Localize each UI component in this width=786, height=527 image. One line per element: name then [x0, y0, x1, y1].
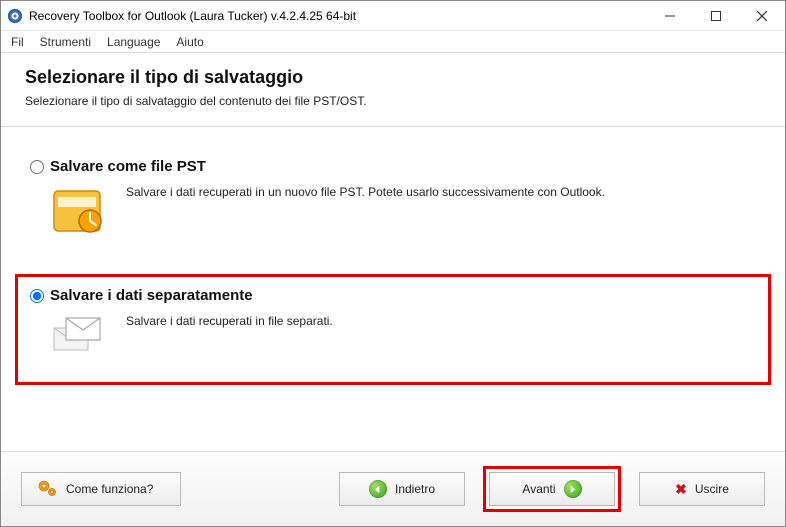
next-button[interactable]: Avanti: [489, 472, 615, 506]
option-pst-description: Salvare i dati recuperati in un nuovo fi…: [126, 183, 605, 199]
option-pst-label: Salvare come file PST: [50, 158, 206, 175]
how-it-works-button[interactable]: Come funziona?: [21, 472, 181, 506]
arrow-right-icon: [564, 480, 582, 498]
envelopes-icon: [48, 312, 112, 368]
menu-file[interactable]: Fil: [11, 35, 24, 49]
radio-save-separately[interactable]: [30, 289, 44, 303]
content-area: Selezionare il tipo di salvataggio Selez…: [1, 53, 785, 526]
back-label: Indietro: [395, 482, 435, 496]
arrow-left-icon: [369, 480, 387, 498]
menu-help[interactable]: Aiuto: [176, 35, 203, 49]
exit-button[interactable]: ✖ Uscire: [639, 472, 765, 506]
page-header: Selezionare il tipo di salvataggio Selez…: [1, 53, 785, 126]
close-x-icon: ✖: [675, 481, 687, 498]
window-controls: [647, 1, 785, 30]
next-label: Avanti: [522, 482, 555, 496]
menu-language[interactable]: Language: [107, 35, 160, 49]
titlebar: Recovery Toolbox for Outlook (Laura Tuck…: [1, 1, 785, 31]
option-separate-label: Salvare i dati separatamente: [50, 287, 253, 304]
page-subtitle: Selezionare il tipo di salvataggio del c…: [25, 94, 761, 108]
minimize-button[interactable]: [647, 1, 693, 30]
option-save-as-pst[interactable]: Salvare come file PST Salvare i dati rec…: [15, 145, 771, 256]
app-icon: [7, 8, 23, 24]
menu-tools[interactable]: Strumenti: [40, 35, 91, 49]
option-separate-description: Salvare i dati recuperati in file separa…: [126, 312, 333, 328]
exit-label: Uscire: [695, 482, 729, 496]
menubar: Fil Strumenti Language Aiuto: [1, 31, 785, 53]
save-options: Salvare come file PST Salvare i dati rec…: [1, 127, 785, 385]
maximize-button[interactable]: [693, 1, 739, 30]
how-it-works-label: Come funziona?: [66, 482, 153, 496]
footer-bar: Come funziona? Indietro Avanti: [1, 451, 785, 526]
radio-save-as-pst[interactable]: [30, 160, 44, 174]
page-title: Selezionare il tipo di salvataggio: [25, 67, 761, 88]
option-save-separately[interactable]: Salvare i dati separatamente: [15, 274, 771, 385]
window-title: Recovery Toolbox for Outlook (Laura Tuck…: [29, 9, 356, 23]
close-button[interactable]: [739, 1, 785, 30]
back-button[interactable]: Indietro: [339, 472, 465, 506]
gears-icon: [36, 477, 58, 502]
outlook-pst-icon: [48, 183, 112, 239]
